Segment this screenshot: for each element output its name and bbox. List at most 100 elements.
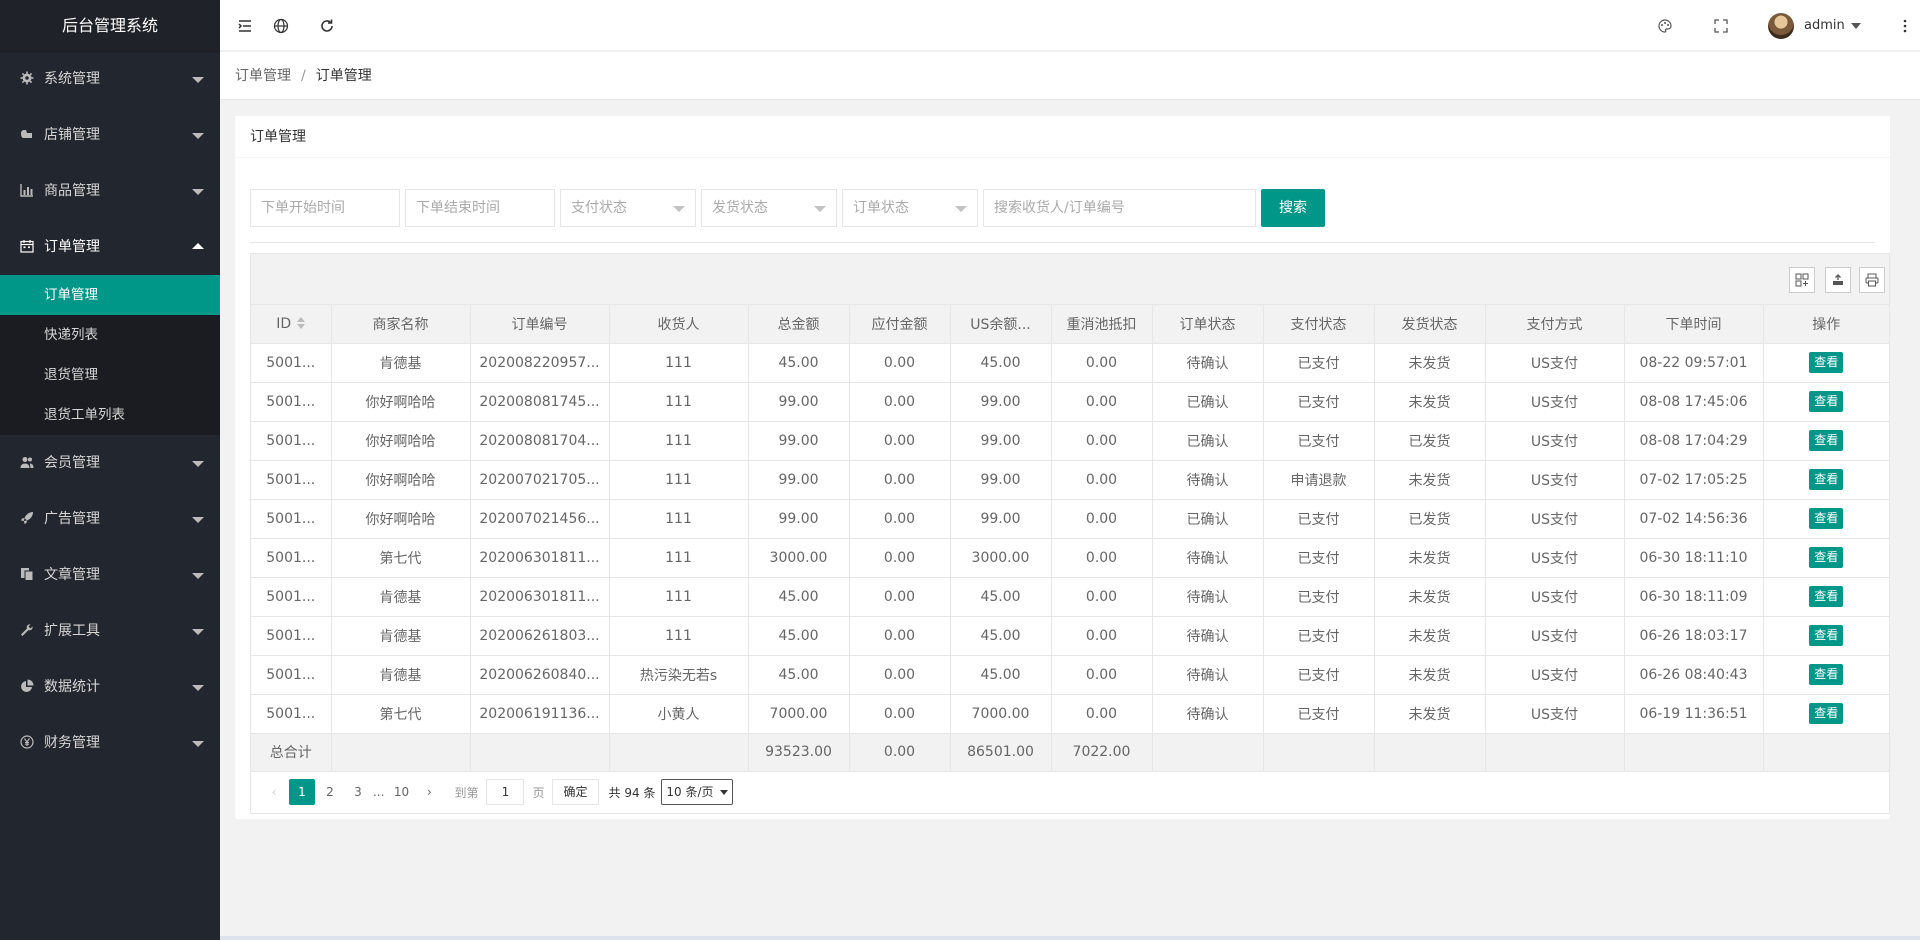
export-icon[interactable] [1825,267,1851,293]
search-button[interactable]: 搜索 [1261,189,1325,227]
sidebar-group: 扩展工具 [0,603,220,659]
page-number[interactable]: 1 [289,779,315,805]
sidebar-item-bar-chart[interactable]: 商品管理 [0,163,220,219]
sort-icon[interactable] [297,316,306,329]
total-cell [1373,732,1486,772]
page-size-value: 10 条/页 [666,785,714,799]
sidebar-item-shop[interactable]: 店铺管理 [0,107,220,163]
order-status-select[interactable]: 订单状态 [842,189,978,227]
end-time-input[interactable]: 下单结束时间 [405,189,555,227]
column-header-label: 商家名称 [372,316,429,333]
start-time-input[interactable]: 下单开始时间 [250,189,400,227]
table-cell: 06-30 18:11:09 [1623,576,1764,617]
view-button[interactable]: 查看 [1809,703,1844,724]
table-cell: 08-08 17:04:29 [1623,420,1764,461]
table-cell: 202006261803... [469,615,610,656]
refresh-icon[interactable] [302,0,352,51]
table-cell: US支付 [1484,459,1625,500]
chevron-down-icon [192,517,204,523]
card-title: 订单管理 [235,116,1890,158]
chevron-down-icon [1850,22,1861,29]
submenu-item[interactable]: 快递列表 [0,315,220,355]
sidebar-item-wrench[interactable]: 扩展工具 [0,603,220,659]
print-icon[interactable] [1859,267,1885,293]
column-header: 发货状态 [1373,305,1486,344]
fullscreen-icon[interactable] [1696,0,1746,51]
column-header: 下单时间 [1623,305,1764,344]
chevron-down-icon [192,573,204,579]
submenu-item[interactable]: 退货工单列表 [0,395,220,435]
column-header-label: 收货人 [657,316,700,333]
column-header: 订单编号 [469,305,610,344]
globe-icon[interactable] [256,0,306,51]
total-count-label: 共 94 条 [608,785,656,800]
view-button[interactable]: 查看 [1809,352,1844,373]
sidebar-item-yen[interactable]: 财务管理 [0,715,220,771]
theme-palette-icon[interactable] [1640,0,1690,51]
column-header: 订单状态 [1151,305,1264,344]
table-cell: 查看 [1762,576,1889,617]
sidebar-group: 文章管理 [0,547,220,603]
sidebar-item-users[interactable]: 会员管理 [0,435,220,491]
table-cell: 111 [608,381,749,422]
sidebar-group: 系统管理 [0,51,220,107]
pay-status-label: 支付状态 [571,200,627,216]
table-cell: 查看 [1762,654,1889,695]
column-header-label: 支付状态 [1290,316,1347,333]
view-button[interactable]: 查看 [1809,586,1844,607]
table-cell: 202008220957... [469,342,610,383]
ship-status-select[interactable]: 发货状态 [701,189,837,227]
table-row: 5001... 肯德基 202006261803... 111 45.00 0.00 45.… [251,615,1889,656]
view-button[interactable]: 查看 [1809,625,1844,646]
table-cell: 111 [608,498,749,539]
page-number[interactable]: 3 [345,779,371,805]
table-cell: US支付 [1484,615,1625,656]
table-cell: US支付 [1484,420,1625,461]
sidebar-item-label: 文章管理 [44,567,100,583]
view-button[interactable]: 查看 [1809,508,1844,529]
user-menu[interactable]: admin [1768,0,1861,51]
column-header: 支付方式 [1484,305,1625,344]
column-header[interactable]: ID [251,305,332,344]
table-cell: 待确认 [1151,459,1264,500]
sidebar-item-copy[interactable]: 文章管理 [0,547,220,603]
chevron-down-icon [955,206,967,212]
table-cell: 已支付 [1262,693,1375,734]
more-vertical-icon[interactable] [1890,0,1920,51]
view-button[interactable]: 查看 [1809,547,1844,568]
sidebar-item-calendar[interactable]: 订单管理 [0,219,220,275]
submenu-item[interactable]: 订单管理 [0,275,220,315]
view-button[interactable]: 查看 [1809,391,1844,412]
column-header-label: 重消池抵扣 [1066,316,1137,333]
table-cell: 5001... [251,615,332,656]
column-header: 重消池抵扣 [1050,305,1153,344]
total-row: 总合计 93523.00 0.00 86501.00 7022.00 [251,732,1889,772]
submenu-item[interactable]: 退货管理 [0,355,220,395]
page-size-select[interactable]: 10 条/页 [661,779,733,805]
next-page-icon[interactable]: › [416,779,442,805]
goto-confirm-button[interactable]: 确定 [552,779,599,805]
view-button[interactable]: 查看 [1809,469,1844,490]
view-button[interactable]: 查看 [1809,430,1844,451]
prev-page-icon[interactable]: ‹ [261,779,287,805]
sidebar-item-gear[interactable]: 系统管理 [0,51,220,107]
table-cell: 待确认 [1151,576,1264,617]
pay-status-select[interactable]: 支付状态 [560,189,696,227]
table-cell: 查看 [1762,498,1889,539]
table-cell: 未发货 [1373,615,1486,656]
breadcrumb-parent[interactable]: 订单管理 [235,68,291,84]
sidebar-item-rocket[interactable]: 广告管理 [0,491,220,547]
bar-chart-icon [20,183,44,199]
goto-page-input[interactable]: 1 [486,779,525,805]
sidebar-item-pie-chart[interactable]: 数据统计 [0,659,220,715]
table-cell: 申请退款 [1262,459,1375,500]
search-input[interactable]: 搜索收货人/订单编号 [983,189,1256,227]
column-header: 应付金额 [848,305,951,344]
copy-icon [20,567,44,583]
table-row: 5001... 第七代 202006191136... 小黄人 7000.00 0.00 7… [251,693,1889,734]
columns-filter-icon[interactable] [1789,267,1815,293]
view-button[interactable]: 查看 [1809,664,1844,685]
table-cell: 已支付 [1262,576,1375,617]
page-number[interactable]: 10 [388,779,414,805]
page-number[interactable]: 2 [317,779,343,805]
